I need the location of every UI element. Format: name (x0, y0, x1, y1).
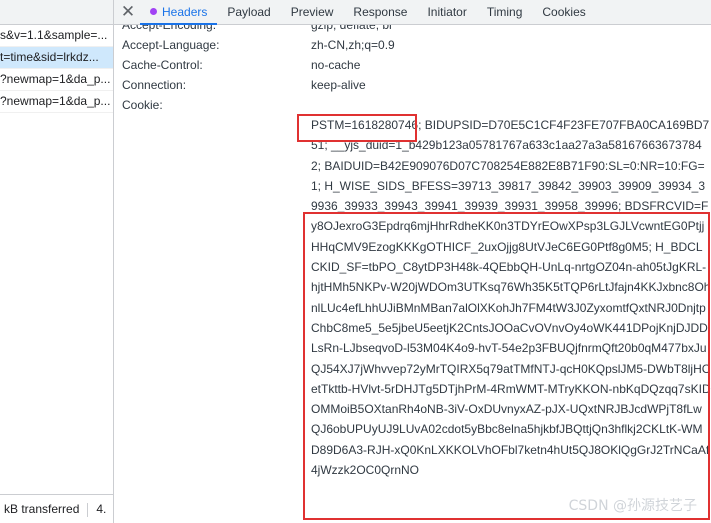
header-value: no-cache (311, 58, 361, 72)
tab-initiator[interactable]: Initiator (417, 0, 476, 24)
request-list-header (0, 0, 113, 25)
request-detail-pane: ✕ Headers Payload Preview Response Initi… (114, 0, 711, 523)
request-list-pane: s&v=1.1&sample=... t=time&sid=lrkdz... ?… (0, 0, 114, 523)
status-extra: 4. (96, 502, 107, 516)
status-bar: kB transferred 4. (0, 494, 113, 523)
transferred-text: kB transferred (4, 502, 80, 516)
header-name: Accept-Language: (122, 38, 220, 52)
modified-dot-icon (150, 8, 157, 15)
status-divider (87, 502, 89, 517)
tab-payload[interactable]: Payload (217, 0, 280, 24)
detail-tabbar: ✕ Headers Payload Preview Response Initi… (114, 0, 711, 25)
close-icon[interactable]: ✕ (116, 0, 140, 24)
header-row-connection: Connection: keep-alive (122, 75, 711, 95)
header-row-accept-language: Accept-Language: zh-CN,zh;q=0.9 (122, 35, 711, 55)
tab-headers[interactable]: Headers (140, 0, 218, 25)
tab-preview[interactable]: Preview (281, 0, 344, 24)
request-row[interactable]: ?newmap=1&da_p... (0, 69, 113, 91)
header-value: gzip, deflate, br (311, 25, 394, 32)
header-name: Cache-Control: (122, 58, 203, 72)
header-value: zh-CN,zh;q=0.9 (311, 38, 395, 52)
cookie-header-value: PSTM=1618280746; BIDUPSID=D70E5C1CF4F23F… (311, 118, 711, 478)
header-row-cookie: Cookie: (122, 95, 711, 115)
watermark: CSDN @孙源技艺子 (568, 498, 697, 514)
header-name: Connection: (122, 78, 187, 92)
tab-response[interactable]: Response (343, 0, 417, 24)
header-row-cache-control: Cache-Control: no-cache (122, 55, 711, 75)
request-row[interactable]: s&v=1.1&sample=... (0, 25, 113, 47)
request-row[interactable]: ?newmap=1&da_p... (0, 91, 113, 113)
header-name: Cookie: (122, 98, 163, 112)
request-row-selected[interactable]: t=time&sid=lrkdz... (0, 47, 113, 69)
tab-cookies[interactable]: Cookies (532, 0, 595, 24)
header-value: keep-alive (311, 78, 366, 92)
header-row-accept-encoding: Accept-Encoding: gzip, deflate, br (122, 25, 711, 35)
header-name: Accept-Encoding: (122, 25, 217, 32)
tab-timing[interactable]: Timing (477, 0, 533, 24)
request-headers-list: Accept-Encoding: gzip, deflate, br Accep… (122, 25, 711, 523)
